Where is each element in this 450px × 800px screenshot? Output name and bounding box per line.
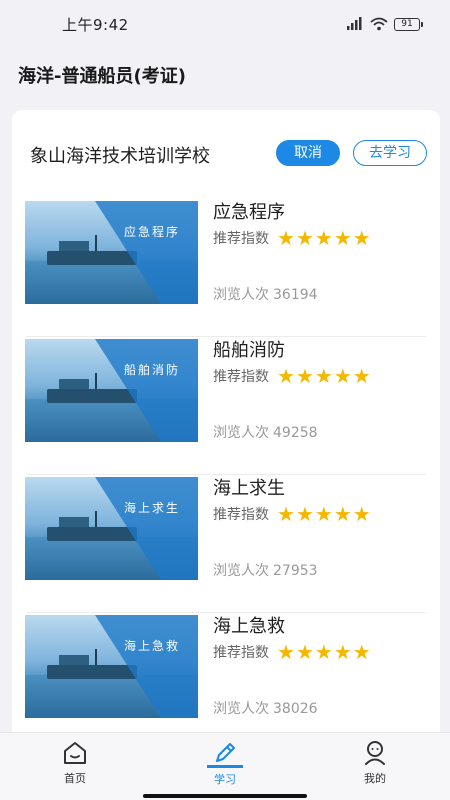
- views-count: 浏览人次 27953: [213, 560, 318, 580]
- recommend-row: 推荐指数 ★ ★ ★ ★ ★: [213, 642, 371, 662]
- course-list: 应急程序 应急程序 推荐指数 ★ ★ ★ ★ ★ 浏览人次 36194 船舶消防…: [12, 198, 440, 750]
- ship-image: [47, 235, 137, 265]
- star-rating: ★ ★ ★ ★ ★: [277, 504, 371, 524]
- views-value: 36194: [273, 287, 318, 303]
- star-icon: ★: [314, 226, 333, 250]
- profile-icon: [365, 741, 385, 765]
- nav-label-home: 首页: [64, 772, 86, 785]
- nav-item-mine[interactable]: 我的: [300, 733, 450, 800]
- star-icon: ★: [352, 640, 371, 664]
- home-icon: [64, 742, 86, 764]
- star-icon: ★: [314, 640, 333, 664]
- nav-label-mine: 我的: [364, 772, 386, 785]
- nav-item-study[interactable]: 学习: [150, 733, 300, 800]
- course-item[interactable]: 应急程序 应急程序 推荐指数 ★ ★ ★ ★ ★ 浏览人次 36194: [12, 198, 440, 336]
- page-title: 海洋-普通船员(考证): [18, 66, 186, 87]
- course-title: 海上急救: [213, 616, 285, 637]
- recommend-label: 推荐指数: [213, 645, 269, 661]
- star-icon: ★: [295, 640, 314, 664]
- star-icon: ★: [333, 364, 352, 388]
- battery-level: 91: [401, 18, 413, 29]
- views-label: 浏览人次: [213, 425, 269, 441]
- ship-image: [47, 511, 137, 541]
- status-bar: 上午9:42 91: [0, 0, 450, 48]
- course-item[interactable]: 船舶消防 船舶消防 推荐指数 ★ ★ ★ ★ ★ 浏览人次 49258: [12, 336, 440, 474]
- views-value: 27953: [273, 563, 318, 579]
- cancel-button[interactable]: 取消: [276, 140, 340, 166]
- nav-label-study: 学习: [214, 773, 236, 786]
- star-icon: ★: [352, 502, 371, 526]
- star-icon: ★: [314, 502, 333, 526]
- star-rating: ★ ★ ★ ★ ★: [277, 228, 371, 248]
- views-label: 浏览人次: [213, 287, 269, 303]
- star-icon: ★: [333, 640, 352, 664]
- views-count: 浏览人次 38026: [213, 698, 318, 718]
- nav-item-home[interactable]: 首页: [0, 733, 150, 800]
- study-button[interactable]: 去学习: [353, 140, 427, 166]
- course-title: 船舶消防: [213, 340, 285, 361]
- star-icon: ★: [295, 364, 314, 388]
- star-icon: ★: [277, 226, 295, 250]
- star-icon: ★: [295, 226, 314, 250]
- recommend-label: 推荐指数: [213, 507, 269, 523]
- home-indicator: [143, 794, 307, 798]
- course-thumbnail: 海上急救: [25, 615, 198, 718]
- views-value: 49258: [273, 425, 318, 441]
- course-thumbnail: 海上求生: [25, 477, 198, 580]
- course-thumbnail: 船舶消防: [25, 339, 198, 442]
- recommend-row: 推荐指数 ★ ★ ★ ★ ★: [213, 366, 371, 386]
- star-icon: ★: [314, 364, 333, 388]
- signal-icon: [347, 17, 362, 30]
- wifi-icon: [370, 17, 388, 31]
- thumb-caption: 海上求生: [123, 501, 180, 515]
- views-label: 浏览人次: [213, 563, 269, 579]
- thumb-caption: 船舶消防: [123, 363, 180, 377]
- star-icon: ★: [295, 502, 314, 526]
- star-rating: ★ ★ ★ ★ ★: [277, 642, 371, 662]
- active-indicator: [207, 765, 243, 768]
- course-item[interactable]: 海上求生 海上求生 推荐指数 ★ ★ ★ ★ ★ 浏览人次 27953: [12, 474, 440, 612]
- school-card: 象山海洋技术培训学校 取消 去学习 应急程序 应急程序 推荐指数 ★ ★ ★ ★…: [12, 110, 440, 750]
- battery-icon: 91: [394, 17, 423, 31]
- star-icon: ★: [352, 364, 371, 388]
- thumb-caption: 应急程序: [123, 225, 180, 239]
- star-icon: ★: [352, 226, 371, 250]
- star-icon: ★: [333, 226, 352, 250]
- star-icon: ★: [277, 502, 295, 526]
- ship-image: [47, 649, 137, 679]
- course-title: 应急程序: [213, 202, 285, 223]
- pen-icon: [216, 743, 235, 762]
- status-time: 上午9:42: [62, 15, 129, 34]
- views-label: 浏览人次: [213, 701, 269, 717]
- star-icon: ★: [333, 502, 352, 526]
- views-count: 浏览人次 36194: [213, 284, 318, 304]
- star-icon: ★: [277, 640, 295, 664]
- course-title: 海上求生: [213, 478, 285, 499]
- school-header: 象山海洋技术培训学校 取消 去学习: [12, 110, 440, 198]
- recommend-label: 推荐指数: [213, 231, 269, 247]
- star-icon: ★: [277, 364, 295, 388]
- status-icons: 91: [346, 17, 423, 31]
- course-item[interactable]: 海上急救 海上急救 推荐指数 ★ ★ ★ ★ ★ 浏览人次 38026: [12, 612, 440, 750]
- bottom-nav: 首页 学习 我的: [0, 732, 450, 800]
- star-rating: ★ ★ ★ ★ ★: [277, 366, 371, 386]
- views-value: 38026: [273, 701, 318, 717]
- recommend-label: 推荐指数: [213, 369, 269, 385]
- school-name: 象山海洋技术培训学校: [30, 146, 210, 167]
- recommend-row: 推荐指数 ★ ★ ★ ★ ★: [213, 228, 371, 248]
- recommend-row: 推荐指数 ★ ★ ★ ★ ★: [213, 504, 371, 524]
- thumb-caption: 海上急救: [123, 639, 180, 653]
- course-thumbnail: 应急程序: [25, 201, 198, 304]
- views-count: 浏览人次 49258: [213, 422, 318, 442]
- ship-image: [47, 373, 137, 403]
